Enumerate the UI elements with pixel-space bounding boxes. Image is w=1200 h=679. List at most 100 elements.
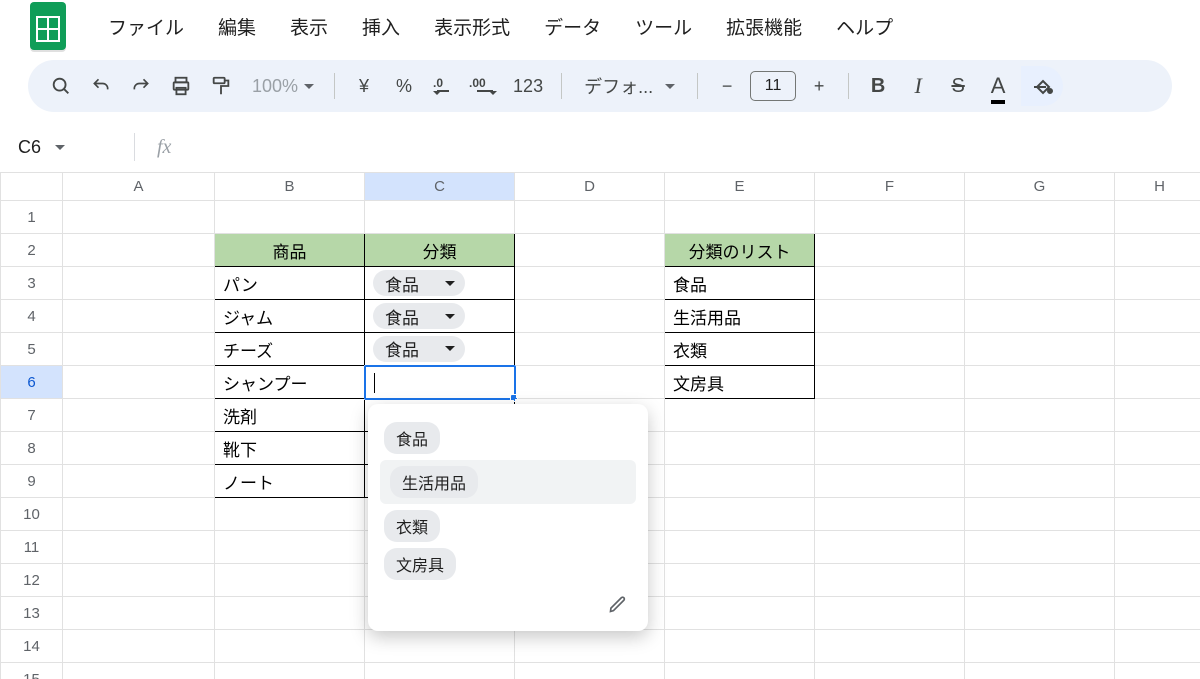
row-hdr-2[interactable]: 2 (1, 234, 63, 267)
paint-format-icon[interactable] (204, 69, 238, 103)
cell-E5[interactable]: 衣類 (665, 333, 815, 366)
font-dropdown[interactable]: デフォ... (574, 73, 685, 99)
col-hdr-H[interactable]: H (1115, 173, 1200, 201)
num-format-button[interactable]: 123 (507, 69, 549, 103)
col-hdr-G[interactable]: G (965, 173, 1115, 201)
dv-chip-label: 食品 (385, 304, 419, 329)
cell-C3[interactable]: 食品 (365, 267, 515, 300)
sheets-icon[interactable] (30, 2, 66, 50)
cell-C5[interactable]: 食品 (365, 333, 515, 366)
fontsize-decrease-button[interactable]: − (710, 69, 744, 103)
svg-text:.00: .00 (469, 76, 486, 90)
italic-button[interactable]: I (901, 69, 935, 103)
print-icon[interactable] (164, 69, 198, 103)
select-all-corner[interactable] (1, 173, 63, 201)
dv-option[interactable]: 文房具 (384, 548, 632, 580)
row-hdr-12[interactable]: 12 (1, 564, 63, 597)
cell-E6[interactable]: 文房具 (665, 366, 815, 399)
menu-extensions[interactable]: 拡張機能 (714, 7, 814, 46)
cell-B9[interactable]: ノート (215, 465, 365, 498)
menu-edit[interactable]: 編集 (206, 7, 268, 46)
col-hdr-D[interactable]: D (515, 173, 665, 201)
cell-E3[interactable]: 食品 (665, 267, 815, 300)
dv-chip[interactable]: 食品 (373, 336, 465, 362)
cell-B7[interactable]: 洗剤 (215, 399, 365, 432)
row-hdr-1[interactable]: 1 (1, 201, 63, 234)
menu-view[interactable]: 表示 (278, 7, 340, 46)
strikethrough-button[interactable]: S (941, 69, 975, 103)
undo-icon[interactable] (84, 69, 118, 103)
row-hdr-3[interactable]: 3 (1, 267, 63, 300)
cell-E4[interactable]: 生活用品 (665, 300, 815, 333)
text-color-button[interactable]: A (981, 69, 1015, 103)
cell-B6[interactable]: シャンプー (215, 366, 365, 399)
chevron-down-icon (445, 346, 455, 356)
header-c[interactable]: 分類 (365, 234, 515, 267)
caret-icon (304, 84, 314, 94)
dv-chip-label: 食品 (385, 271, 419, 296)
menu-help[interactable]: ヘルプ (824, 7, 905, 46)
dv-option-label: 食品 (384, 422, 440, 454)
dv-option-label: 生活用品 (390, 466, 478, 498)
dv-chip-label: 食品 (385, 336, 419, 361)
row-hdr-8[interactable]: 8 (1, 432, 63, 465)
menu-format[interactable]: 表示形式 (422, 7, 522, 46)
dv-option[interactable]: 衣類 (384, 510, 632, 542)
cell-B4[interactable]: ジャム (215, 300, 365, 333)
row-hdr-11[interactable]: 11 (1, 531, 63, 564)
row-hdr-4[interactable]: 4 (1, 300, 63, 333)
menu-data[interactable]: データ (532, 7, 613, 46)
fontsize-input[interactable]: 11 (750, 71, 796, 101)
col-hdr-F[interactable]: F (815, 173, 965, 201)
dv-chip[interactable]: 食品 (373, 270, 465, 296)
row-hdr-10[interactable]: 10 (1, 498, 63, 531)
dv-edit-button[interactable] (374, 586, 642, 623)
fill-color-button[interactable] (1021, 66, 1063, 106)
row-hdr-7[interactable]: 7 (1, 399, 63, 432)
dv-option-label: 文房具 (384, 548, 456, 580)
redo-icon[interactable] (124, 69, 158, 103)
caret-icon (55, 145, 65, 155)
name-box-value: C6 (18, 137, 41, 158)
chevron-down-icon (445, 281, 455, 291)
row-hdr-6[interactable]: 6 (1, 366, 63, 399)
fontsize-increase-button[interactable]: + (802, 69, 836, 103)
menu-file[interactable]: ファイル (96, 7, 196, 46)
data-validation-dropdown[interactable]: 食品 生活用品 衣類 文房具 (368, 404, 648, 631)
dv-option[interactable]: 生活用品 (380, 460, 636, 504)
cell-B8[interactable]: 靴下 (215, 432, 365, 465)
bold-button[interactable]: B (861, 69, 895, 103)
menu-tools[interactable]: ツール (623, 7, 704, 46)
decrease-decimal-button[interactable]: .0 (427, 69, 461, 103)
increase-decimal-button[interactable]: .00 (467, 69, 501, 103)
header-e[interactable]: 分類のリスト (665, 234, 815, 267)
menubar: ファイル 編集 表示 挿入 表示形式 データ ツール 拡張機能 ヘルプ (96, 7, 905, 46)
col-hdr-A[interactable]: A (63, 173, 215, 201)
cell-C4[interactable]: 食品 (365, 300, 515, 333)
zoom-value: 100% (252, 76, 298, 97)
font-name-label: デフォ... (584, 73, 653, 99)
cell-B5[interactable]: チーズ (215, 333, 365, 366)
header-b[interactable]: 商品 (215, 234, 365, 267)
fx-icon: fx (157, 136, 171, 159)
row-hdr-13[interactable]: 13 (1, 597, 63, 630)
dv-option[interactable]: 食品 (384, 422, 632, 454)
currency-button[interactable]: ¥ (347, 69, 381, 103)
row-hdr-5[interactable]: 5 (1, 333, 63, 366)
percent-button[interactable]: % (387, 69, 421, 103)
row-hdr-15[interactable]: 15 (1, 663, 63, 679)
cell-B3[interactable]: パン (215, 267, 365, 300)
zoom-dropdown[interactable]: 100% (244, 76, 322, 97)
name-box[interactable]: C6 (12, 137, 112, 158)
search-icon[interactable] (44, 69, 78, 103)
row-hdr-14[interactable]: 14 (1, 630, 63, 663)
cell-C6-active[interactable] (365, 366, 515, 399)
col-hdr-E[interactable]: E (665, 173, 815, 201)
dv-chip[interactable]: 食品 (373, 303, 465, 329)
dv-option-label: 衣類 (384, 510, 440, 542)
row-hdr-9[interactable]: 9 (1, 465, 63, 498)
col-hdr-B[interactable]: B (215, 173, 365, 201)
col-hdr-C[interactable]: C (365, 173, 515, 201)
menu-insert[interactable]: 挿入 (350, 7, 412, 46)
caret-icon (665, 84, 675, 94)
